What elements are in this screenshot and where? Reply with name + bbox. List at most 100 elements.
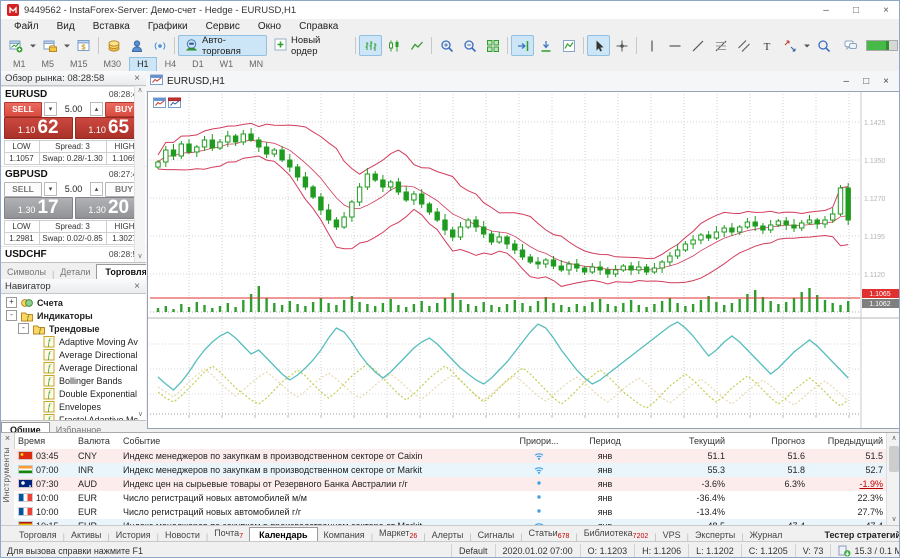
calendar-event-row[interactable]: 07:30AUDИндекс цен на сырьевые товары от…	[14, 477, 887, 492]
new-order-button[interactable]: Новый ордер	[267, 35, 352, 56]
toolbox-vertical-label[interactable]: Инструменты	[2, 447, 11, 502]
tree-item[interactable]: fAdaptive Moving Av	[1, 335, 146, 348]
toolbox-tab[interactable]: Торговля	[13, 528, 63, 542]
timeframe-m15[interactable]: M15	[62, 57, 96, 72]
timeframe-h4[interactable]: H4	[157, 57, 185, 72]
sell-button[interactable]: SELL	[4, 262, 42, 263]
menu-item[interactable]: Файл	[5, 21, 48, 32]
sell-button[interactable]: SELL	[4, 102, 42, 117]
toolbox-tab[interactable]: История	[110, 528, 157, 542]
chart-titlebar[interactable]: EURUSD,H1 – □ ×	[146, 71, 900, 92]
column-header[interactable]: Приори...	[511, 436, 567, 446]
toolbox-tab[interactable]: Библиотека7202	[578, 526, 655, 542]
caret-icon[interactable]	[61, 35, 72, 56]
channel-icon[interactable]	[732, 35, 755, 56]
vline-icon[interactable]	[640, 35, 663, 56]
toolbox-tab[interactable]: Новости	[159, 528, 206, 542]
tree-item[interactable]: fAverage Directional	[1, 361, 146, 374]
toolbox-close-icon[interactable]: ×	[1, 433, 14, 443]
sell-button[interactable]: SELL	[4, 182, 42, 197]
chart-close-icon[interactable]: ×	[883, 76, 889, 87]
price-chart[interactable]: 1.14251.13501.12701.11951.11201.10651.10…	[147, 91, 900, 429]
scroll-down-icon[interactable]: ∨	[135, 252, 145, 262]
volume-increase-button[interactable]: ▴	[90, 102, 103, 116]
scroll-up-icon[interactable]: ∧	[135, 86, 145, 96]
shift-end-icon[interactable]	[511, 35, 534, 56]
toolbox-tab[interactable]: Сигналы	[472, 528, 521, 542]
tab-details[interactable]: Детали	[54, 265, 96, 279]
column-header[interactable]: Прогноз	[729, 436, 809, 446]
chart-minimize-icon[interactable]: –	[844, 76, 850, 87]
calendar-event-row[interactable]: 10:00EURЧисло регистраций новых автомоби…	[14, 491, 887, 506]
toolbox-tab[interactable]: Календарь	[249, 527, 317, 542]
search-icon[interactable]	[812, 35, 835, 56]
bid-price-tile[interactable]: 1.10 62	[4, 117, 73, 139]
timeframe-mn[interactable]: MN	[241, 57, 271, 72]
calendar-event-row[interactable]: 07:00INRИндекс менеджеров по закупкам в …	[14, 463, 887, 478]
menu-item[interactable]: Сервис	[197, 21, 249, 32]
volume-decrease-button[interactable]: ▾	[44, 102, 57, 116]
signals-icon[interactable]	[148, 35, 171, 56]
menu-item[interactable]: Графики	[139, 21, 197, 32]
tree-toggle-icon[interactable]: -	[6, 310, 17, 321]
column-header[interactable]: Событие	[119, 436, 511, 446]
chat-icon[interactable]	[839, 35, 862, 56]
indicators-list-icon[interactable]	[557, 35, 580, 56]
toolbox-tab[interactable]: VPS	[657, 528, 687, 542]
column-header[interactable]: Период	[567, 436, 643, 446]
fibo-icon[interactable]	[709, 35, 732, 56]
symbol-row[interactable]: EURUSD 08:28:41	[1, 86, 146, 101]
market-watch-close-icon[interactable]: ×	[132, 73, 142, 84]
tree-item[interactable]: fAverage Directional	[1, 348, 146, 361]
caret-icon[interactable]	[27, 35, 38, 56]
menu-item[interactable]: Окно	[249, 21, 290, 32]
zoom-in-icon[interactable]	[435, 35, 458, 56]
deposit-icon[interactable]	[102, 35, 125, 56]
ask-price-tile[interactable]: 1.30 20	[75, 197, 144, 219]
tile-windows-icon[interactable]	[481, 35, 504, 56]
ask-price-tile[interactable]: 1.10 65	[75, 117, 144, 139]
hline-icon[interactable]	[663, 35, 686, 56]
history-center-icon[interactable]: $	[72, 35, 95, 56]
column-header[interactable]: Текущий	[643, 436, 729, 446]
community-icon[interactable]	[125, 35, 148, 56]
tree-item[interactable]: fBollinger Bands	[1, 374, 146, 387]
column-header[interactable]: Предыдущий	[809, 436, 887, 446]
symbol-row[interactable]: GBPUSD 08:27:45	[1, 166, 146, 181]
timeframe-h1[interactable]: H1	[129, 57, 157, 72]
tab-symbols[interactable]: Символы	[1, 265, 52, 279]
menu-item[interactable]: Вставка	[84, 21, 139, 32]
tree-item[interactable]: fDouble Exponential	[1, 387, 146, 400]
tree-item[interactable]: -fТрендовые	[1, 322, 146, 335]
arrows-icon[interactable]	[778, 35, 801, 56]
calendar-event-row[interactable]: 10:00EURЧисло регистраций новых автомоби…	[14, 505, 887, 520]
close-icon[interactable]: ×	[871, 1, 900, 19]
scrollbar-thumb[interactable]	[889, 446, 899, 472]
symbol-row[interactable]: USDCHF 08:28:58	[1, 246, 146, 261]
cursor-icon[interactable]	[587, 35, 610, 56]
toolbox-tab[interactable]: Маркет26	[373, 526, 423, 542]
tree-scroll-down-icon[interactable]: ∨	[138, 410, 143, 418]
volume-increase-button[interactable]: ▴	[90, 182, 103, 196]
timeframe-m30[interactable]: M30	[96, 57, 130, 72]
crosshair-icon[interactable]	[610, 35, 633, 56]
column-header[interactable]: Валюта	[74, 436, 119, 446]
bid-price-tile[interactable]: 1.30 17	[4, 197, 73, 219]
bars-icon[interactable]	[359, 35, 382, 56]
timeframe-w1[interactable]: W1	[212, 57, 242, 72]
text-tool-icon[interactable]: T	[755, 35, 778, 56]
timeframe-m1[interactable]: M1	[5, 57, 34, 72]
timeframe-m5[interactable]: M5	[34, 57, 63, 72]
toolbox-tab[interactable]: Статьи678	[523, 526, 576, 542]
tree-item[interactable]: fEnvelopes	[1, 400, 146, 413]
toolbox-tab[interactable]: Активы	[65, 528, 107, 542]
menu-item[interactable]: Справка	[290, 21, 347, 32]
chart-mini-icon[interactable]	[153, 96, 166, 109]
navigator-close-icon[interactable]: ×	[132, 281, 142, 292]
strategy-tester-label[interactable]: Тестер стратегий	[821, 528, 900, 542]
tree-item[interactable]: -fИндикаторы	[1, 309, 146, 322]
column-header[interactable]: Время	[14, 436, 74, 446]
toolbox-tab[interactable]: Эксперты	[689, 528, 741, 542]
tree-item[interactable]: fFractal Adaptive Mc	[1, 413, 146, 420]
timeframe-d1[interactable]: D1	[184, 57, 212, 72]
